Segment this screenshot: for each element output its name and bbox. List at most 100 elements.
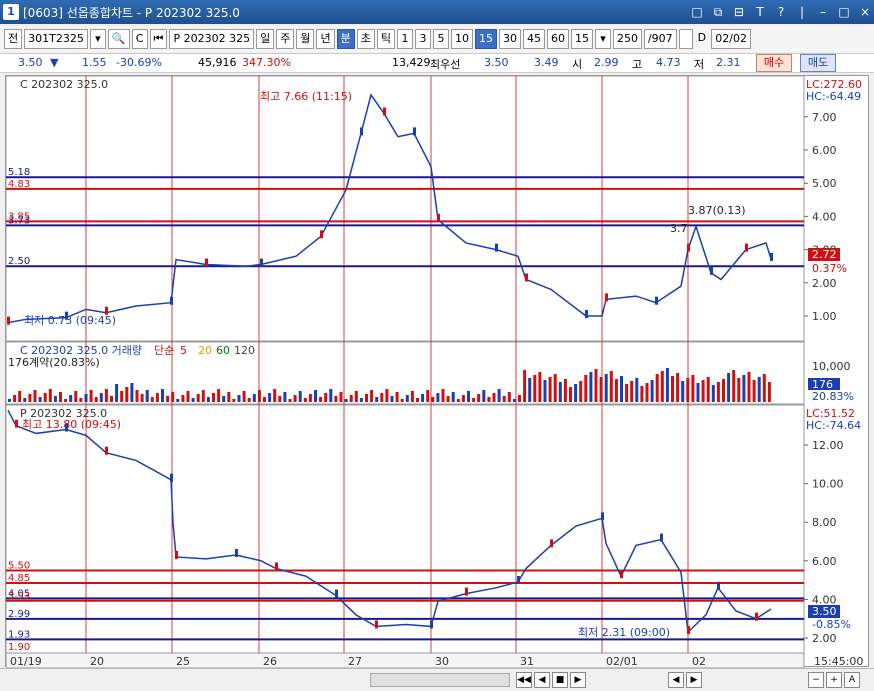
window-ctrl-1[interactable]: ⧉ bbox=[709, 3, 727, 21]
nav-first-button[interactable]: ◀◀ bbox=[516, 672, 532, 688]
volume-bar bbox=[308, 394, 312, 402]
volume-bar bbox=[252, 394, 256, 402]
best-ask: 3.50 bbox=[484, 56, 509, 69]
date-input[interactable]: 02/02 bbox=[711, 29, 752, 49]
call-ytick: 1.00 bbox=[812, 310, 837, 323]
low-label: 저 bbox=[694, 58, 705, 71]
toolbar-item[interactable]: 5 bbox=[432, 29, 449, 49]
toolbar-item[interactable]: 30 bbox=[498, 29, 521, 49]
sell-button[interactable]: 매도 bbox=[800, 54, 836, 72]
chart-svg[interactable]: 01/19 20 25 26 27 30 31 02/01 02 15:45:00 7.00 6.00… bbox=[5, 75, 870, 669]
toolbar-item[interactable]: 60 bbox=[546, 29, 569, 49]
toolbar-item[interactable]: 월 bbox=[296, 29, 315, 49]
toolbar-item[interactable]: 45 bbox=[522, 29, 545, 49]
volume-bar bbox=[742, 375, 746, 402]
put-candle bbox=[601, 512, 604, 521]
call-panel-title: C 202302 325.0 bbox=[20, 78, 108, 91]
window-ctrl-2[interactable]: ⊟ bbox=[730, 3, 748, 21]
put-hline-label: 5.50 bbox=[8, 560, 30, 571]
volume-bar bbox=[604, 374, 608, 402]
volume-bar bbox=[263, 397, 266, 402]
volume-bar bbox=[339, 392, 343, 402]
volume-bar bbox=[594, 369, 598, 402]
toolbar-item[interactable]: 250 bbox=[612, 29, 642, 49]
volume-bar bbox=[681, 381, 685, 402]
put-panel bbox=[5, 404, 805, 654]
toolbar-item[interactable]: 10 bbox=[450, 29, 473, 49]
call-candle bbox=[205, 258, 208, 267]
volume-bar bbox=[727, 373, 731, 402]
volume-bar bbox=[502, 396, 506, 402]
call-note2: 3.87(0.13) bbox=[688, 204, 746, 217]
close-button[interactable]: × bbox=[856, 3, 874, 21]
call-candle bbox=[7, 316, 10, 325]
call-panel bbox=[5, 75, 805, 342]
call-candle bbox=[687, 243, 690, 252]
put-candle bbox=[430, 620, 433, 629]
toolbar-item[interactable]: 15 bbox=[474, 29, 497, 49]
window-title: [0603] 선옵종합차트 - P 202302 325.0 bbox=[23, 5, 240, 20]
toolbar-item[interactable]: 일 bbox=[256, 29, 275, 49]
volume-bar bbox=[523, 370, 527, 402]
window-ctrl-3[interactable]: T bbox=[751, 3, 769, 21]
toolbar-item[interactable]: 15 bbox=[570, 29, 593, 49]
toolbar-item[interactable]: 전 bbox=[4, 29, 23, 49]
zoom-right-button[interactable]: ▶ bbox=[686, 672, 702, 688]
toolbar-item[interactable]: ▾ bbox=[89, 29, 106, 49]
volume-bar bbox=[89, 390, 93, 402]
volume-bar bbox=[461, 395, 465, 402]
toolbar-item[interactable]: C bbox=[131, 29, 148, 49]
toolbar-item[interactable]: 분 bbox=[336, 29, 355, 49]
toolbar-item[interactable]: P 202302 325 bbox=[169, 29, 255, 49]
volume-bar bbox=[28, 394, 32, 402]
volume-bar bbox=[732, 370, 736, 402]
auto-scale-button[interactable]: A bbox=[844, 672, 860, 688]
best-bid: 3.49 bbox=[534, 56, 559, 69]
open-interest: 13,429 bbox=[392, 56, 431, 69]
volume-bar bbox=[543, 380, 547, 402]
volume-bar bbox=[222, 396, 226, 402]
volume-bar bbox=[344, 399, 348, 402]
toolbar-item[interactable]: 301T2325 bbox=[24, 29, 88, 49]
date-checkbox[interactable] bbox=[678, 29, 693, 49]
volume-bar bbox=[94, 397, 98, 402]
toolbar-item[interactable]: 🔍 bbox=[107, 29, 130, 49]
toolbar-item[interactable]: ⏮ bbox=[149, 29, 168, 49]
toolbar-item[interactable]: 3 bbox=[414, 29, 431, 49]
volume-bar bbox=[655, 374, 659, 402]
toolbar-item[interactable]: ▾ bbox=[594, 29, 611, 49]
minimize-button[interactable]: – bbox=[814, 3, 832, 21]
toolbar-item[interactable]: 년 bbox=[316, 29, 335, 49]
chart-area[interactable]: 01/19 20 25 26 27 30 31 02/01 02 15:45:00 7.00 6.00… bbox=[5, 75, 870, 669]
volume-bar bbox=[303, 398, 307, 402]
maximize-button[interactable]: □ bbox=[835, 3, 853, 21]
volume-bar bbox=[257, 390, 261, 402]
nav-stop-button[interactable]: ■ bbox=[552, 672, 568, 688]
volume-bar bbox=[288, 399, 292, 402]
call-ytick: 4.00 bbox=[812, 210, 837, 223]
toolbar-item[interactable]: /907 bbox=[643, 29, 677, 49]
put-candle bbox=[175, 550, 178, 559]
volume-bar bbox=[762, 374, 766, 402]
zoom-left-button[interactable]: ◀ bbox=[668, 672, 684, 688]
chart-scrollbar[interactable] bbox=[370, 673, 510, 687]
window-ctrl-4[interactable]: ? bbox=[772, 3, 790, 21]
volume-bar bbox=[640, 386, 644, 402]
toolbar-item[interactable]: 틱 bbox=[376, 29, 395, 49]
put-hc: HC:-74.64 bbox=[806, 419, 861, 432]
volume-bar bbox=[120, 391, 124, 402]
open-label: 시 bbox=[572, 58, 583, 71]
buy-button[interactable]: 매수 bbox=[756, 54, 792, 72]
nav-next-button[interactable]: ▶ bbox=[570, 672, 586, 688]
nav-prev-button[interactable]: ◀ bbox=[534, 672, 550, 688]
toolbar-item[interactable]: 주 bbox=[276, 29, 295, 49]
volume-bar bbox=[155, 393, 159, 402]
zoom-in-button[interactable]: + bbox=[826, 672, 842, 688]
zoom-out-button[interactable]: − bbox=[808, 672, 824, 688]
toolbar-item[interactable]: 1 bbox=[396, 29, 413, 49]
volume-bar bbox=[145, 390, 149, 402]
volume-bar bbox=[242, 391, 246, 402]
volume-bar bbox=[38, 397, 42, 402]
window-ctrl-0[interactable]: □ bbox=[688, 3, 706, 21]
toolbar-item[interactable]: 초 bbox=[356, 29, 375, 49]
